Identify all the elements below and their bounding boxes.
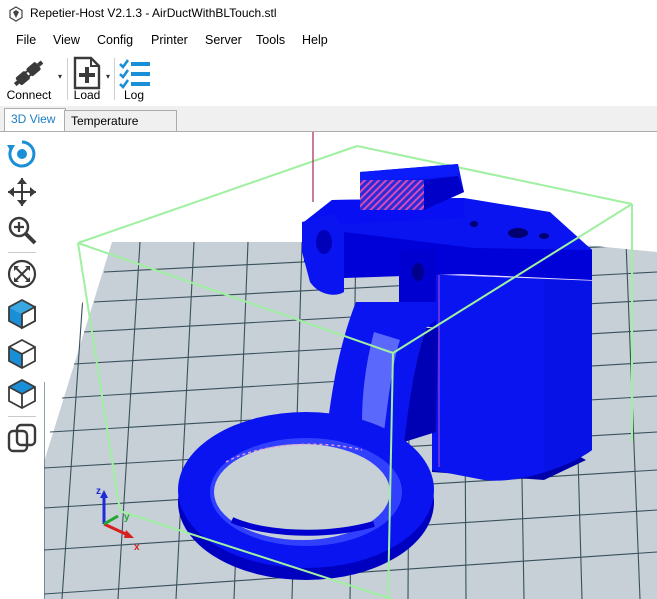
z-axis-label: z — [96, 486, 101, 497]
connect-dropdown-icon[interactable]: ▾ — [58, 72, 66, 84]
x-axis-label: x — [134, 542, 140, 553]
menu-view[interactable]: View — [53, 33, 80, 47]
connect-button[interactable]: Connect — [4, 54, 54, 104]
plug-icon — [13, 60, 44, 87]
window-title: Repetier-Host V2.1.3 - AirDuctWithBLTouc… — [30, 6, 277, 20]
menu-bar: File View Config Printer Server Tools He… — [0, 28, 657, 52]
menu-tools[interactable]: Tools — [256, 33, 285, 47]
parallel-projection-icon[interactable] — [6, 422, 38, 454]
move-view-icon[interactable] — [6, 176, 38, 208]
tab-temperature-curve[interactable]: Temperature Curve — [64, 110, 177, 148]
view-tools-sidebar — [0, 132, 44, 599]
menu-file[interactable]: File — [16, 33, 36, 47]
zoom-icon[interactable] — [6, 214, 38, 246]
load-button[interactable]: Load — [70, 54, 104, 104]
log-label: Log — [123, 88, 145, 102]
scene: z x y — [44, 132, 657, 599]
toolbar-separator — [67, 58, 68, 100]
menu-server[interactable]: Server — [205, 33, 242, 47]
y-axis-label: y — [124, 512, 130, 523]
connect-label: Connect — [6, 88, 52, 102]
menu-printer[interactable]: Printer — [151, 33, 188, 47]
rotate-view-icon[interactable] — [6, 138, 38, 170]
app-icon — [9, 6, 23, 22]
load-label: Load — [73, 88, 101, 102]
isometric-view-icon[interactable] — [6, 298, 38, 330]
load-dropdown-icon[interactable]: ▾ — [106, 72, 114, 84]
menu-config[interactable]: Config — [97, 33, 133, 47]
fit-view-icon[interactable] — [6, 258, 38, 290]
top-view-icon[interactable] — [6, 378, 38, 410]
add-file-icon — [73, 56, 101, 90]
tab-3d-view[interactable]: 3D View — [4, 108, 66, 133]
tab-strip: 3D View Temperature Curve — [0, 106, 657, 148]
toolbar-separator — [114, 58, 115, 100]
front-view-icon[interactable] — [6, 338, 38, 370]
3d-viewport[interactable]: z x y — [44, 132, 657, 599]
menu-help[interactable]: Help — [302, 33, 328, 47]
title-bar: Repetier-Host V2.1.3 - AirDuctWithBLTouc… — [0, 0, 657, 28]
sidebar-divider — [8, 252, 36, 253]
log-button[interactable]: Log — [116, 54, 152, 104]
sidebar-divider — [8, 416, 36, 417]
checklist-icon — [119, 59, 150, 90]
toolbar: Connect ▾ Load ▾ Log — [0, 52, 657, 106]
